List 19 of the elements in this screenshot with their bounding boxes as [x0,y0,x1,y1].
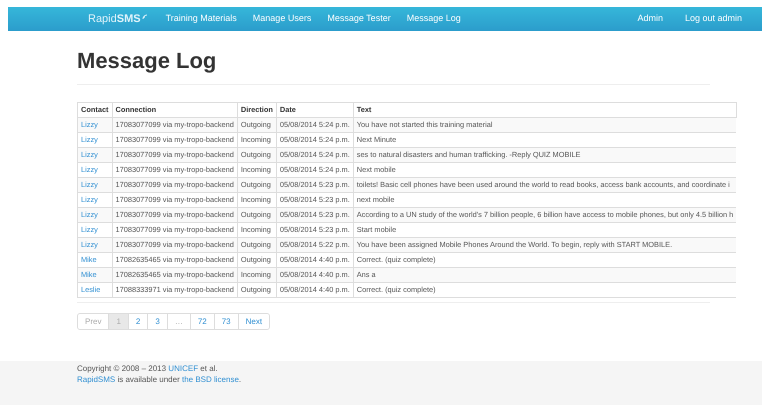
footer-text: Copyright © 2008 – 2013 UNICEF et al. [77,363,219,374]
page-link[interactable]: 72 [190,313,215,330]
footer-link[interactable]: RapidSMS [77,375,116,384]
footer-text: RapidSMS is available under the BSD license. [77,374,242,385]
nav-link[interactable]: Admin [637,12,663,26]
page-link[interactable]: 2 [128,313,148,330]
page-link[interactable]: 73 [214,313,239,330]
nav-link[interactable]: Message Tester [327,12,391,26]
nav-link[interactable]: Message Log [406,12,461,26]
page-link[interactable]: 3 [147,313,168,330]
footer-link[interactable]: UNICEF [168,364,198,373]
footer-link[interactable]: the BSD license [182,375,239,384]
nav-link[interactable]: Log out admin [684,12,742,26]
nav-link[interactable]: Training Materials [166,12,237,26]
nav-link[interactable]: Manage Users [252,12,312,26]
page-title: Message Log [77,48,218,74]
signal-icon [142,14,148,20]
page-link[interactable]: Next [238,313,270,330]
brand-logo[interactable]: RapidSMS [88,10,148,28]
